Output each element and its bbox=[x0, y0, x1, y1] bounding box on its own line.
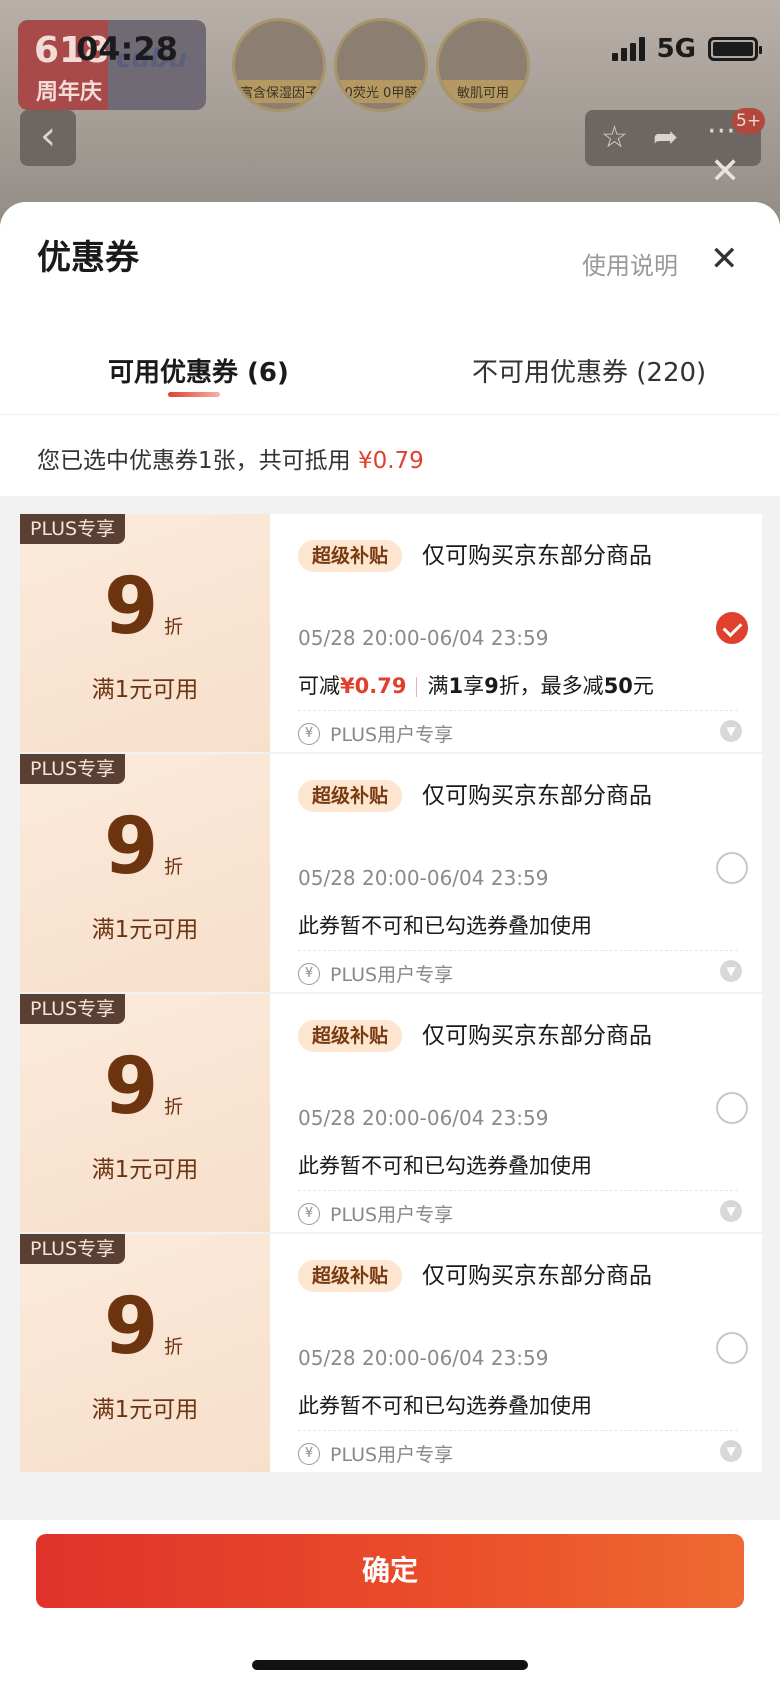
savings-amount: ¥0.79 bbox=[340, 674, 407, 698]
coupon-value-panel: PLUS专享 9 折 满1元可用 bbox=[20, 994, 274, 1232]
discount-unit: 折 bbox=[164, 1096, 184, 1118]
validity-dates: 05/28 20:00-06/04 23:59 bbox=[298, 1346, 549, 1370]
coupon-footer: ¥ PLUS用户专享 bbox=[298, 720, 453, 747]
coupon-card[interactable]: PLUS专享 9 折 满1元可用 超级补贴 仅可购买京东部分商品 05/28 2… bbox=[20, 1234, 762, 1472]
plus-exclusive-tag: PLUS专享 bbox=[20, 994, 126, 1024]
coupon-scope: 仅可购买京东部分商品 bbox=[422, 1023, 652, 1049]
discount-unit: 折 bbox=[164, 856, 184, 878]
sheet-header: 优惠券 使用说明 ✕ 可用优惠券 (6) 不可用优惠券 (220) bbox=[0, 202, 780, 414]
chevron-down-icon[interactable]: ▼ bbox=[720, 1440, 742, 1462]
coupon-value-panel: PLUS专享 9 折 满1元可用 bbox=[20, 754, 274, 992]
validity-dates: 05/28 20:00-06/04 23:59 bbox=[298, 866, 549, 890]
threshold-text: 满1元可用 bbox=[91, 1157, 199, 1183]
close-icon[interactable]: ✕ bbox=[710, 242, 739, 276]
threshold-text: 满1元可用 bbox=[91, 1397, 199, 1423]
coupon-card[interactable]: PLUS专享 9 折 满1元可用 超级补贴 仅可购买京东部分商品 05/28 2… bbox=[20, 994, 762, 1232]
coupon-sheet: 优惠券 使用说明 ✕ 可用优惠券 (6) 不可用优惠券 (220) 您已选中优惠… bbox=[0, 202, 780, 1688]
discount-value: 9 bbox=[104, 1042, 159, 1132]
yen-icon: ¥ bbox=[298, 1442, 320, 1465]
network-type: 5G bbox=[656, 34, 696, 64]
usage-instructions-link[interactable]: 使用说明 bbox=[582, 246, 678, 281]
discount-unit: 折 bbox=[164, 1336, 184, 1358]
bottom-action-bar: 确定 bbox=[0, 1520, 780, 1688]
super-subsidy-chip: 超级补贴 bbox=[298, 1020, 403, 1052]
discount-unit: 折 bbox=[164, 616, 184, 638]
plus-exclusive-tag: PLUS专享 bbox=[20, 754, 126, 784]
stacking-note: 此券暂不可和已勾选券叠加使用 bbox=[298, 1154, 592, 1178]
chevron-down-icon[interactable]: ▼ bbox=[720, 1200, 742, 1222]
savings-line: 可减¥0.79 满1享9折，最多减50元 bbox=[298, 674, 654, 698]
coupon-footer: ¥ PLUS用户专享 bbox=[298, 1200, 453, 1227]
dashed-divider bbox=[298, 950, 738, 951]
threshold-text: 满1元可用 bbox=[91, 917, 199, 943]
coupon-card[interactable]: PLUS专享 9 折 满1元可用 超级补贴 仅可购买京东部分商品 05/28 2… bbox=[20, 514, 762, 752]
coupon-value-panel: PLUS专享 9 折 满1元可用 bbox=[20, 1234, 274, 1472]
coupon-checkbox[interactable] bbox=[716, 852, 748, 884]
plus-exclusive-tag: PLUS专享 bbox=[20, 514, 126, 544]
chevron-down-icon[interactable]: ▼ bbox=[720, 720, 742, 742]
discount-value: 9 bbox=[104, 562, 159, 652]
feature-badge: 富含保湿因子 bbox=[232, 18, 326, 112]
promo-anniversary: 周年庆 bbox=[36, 80, 103, 105]
confirm-button[interactable]: 确定 bbox=[36, 1534, 744, 1608]
sheet-title: 优惠券 bbox=[37, 238, 139, 278]
chevron-down-icon[interactable]: ▼ bbox=[720, 960, 742, 982]
feature-badge: 敏肌可用 bbox=[436, 18, 530, 112]
notification-badge: 5+ bbox=[732, 108, 766, 134]
coupon-card[interactable]: PLUS专享 9 折 满1元可用 超级补贴 仅可购买京东部分商品 05/28 2… bbox=[20, 754, 762, 992]
coupon-scope: 仅可购买京东部分商品 bbox=[422, 1263, 652, 1289]
coupon-footer: ¥ PLUS用户专享 bbox=[298, 1440, 453, 1467]
stacking-note: 此券暂不可和已勾选券叠加使用 bbox=[298, 1394, 592, 1418]
active-tab-indicator bbox=[168, 392, 220, 397]
plus-user-exclusive-text: PLUS用户专享 bbox=[330, 964, 454, 986]
discount-value: 9 bbox=[104, 802, 159, 892]
dashed-divider bbox=[298, 1430, 738, 1431]
threshold-text: 满1元可用 bbox=[91, 677, 199, 703]
signal-icon bbox=[611, 37, 645, 61]
coupon-scope: 仅可购买京东部分商品 bbox=[422, 543, 652, 569]
stacking-note: 此券暂不可和已勾选券叠加使用 bbox=[298, 914, 592, 938]
close-icon[interactable]: ✕ bbox=[710, 154, 740, 190]
selection-summary: 您已选中优惠券1张，共可抵用 ¥0.79 bbox=[0, 414, 780, 496]
status-indicators: 5G bbox=[611, 34, 762, 64]
yen-icon: ¥ bbox=[298, 1202, 320, 1225]
coupon-value-panel: PLUS专享 9 折 满1元可用 bbox=[20, 514, 274, 752]
plus-exclusive-tag: PLUS专享 bbox=[20, 1234, 126, 1264]
dashed-divider bbox=[298, 1190, 738, 1191]
coupon-checkbox[interactable] bbox=[716, 1092, 748, 1124]
tab-available-coupons[interactable]: 可用优惠券 (6) bbox=[108, 352, 289, 389]
coupon-scope: 仅可购买京东部分商品 bbox=[422, 783, 652, 809]
plus-user-exclusive-text: PLUS用户专享 bbox=[330, 1444, 454, 1466]
validity-dates: 05/28 20:00-06/04 23:59 bbox=[298, 626, 549, 650]
tab-unavailable-coupons[interactable]: 不可用优惠券 (220) bbox=[472, 352, 706, 389]
validity-dates: 05/28 20:00-06/04 23:59 bbox=[298, 1106, 549, 1130]
battery-icon bbox=[708, 37, 762, 61]
plus-user-exclusive-text: PLUS用户专享 bbox=[330, 724, 454, 746]
super-subsidy-chip: 超级补贴 bbox=[298, 540, 403, 572]
coupon-footer: ¥ PLUS用户专享 bbox=[298, 960, 453, 987]
share-icon[interactable]: ➦ bbox=[653, 120, 678, 155]
yen-icon: ¥ bbox=[298, 722, 320, 745]
back-button[interactable]: ‹ bbox=[20, 110, 76, 166]
home-indicator bbox=[252, 1660, 528, 1670]
feature-badge: 0荧光 0甲醛 bbox=[334, 18, 428, 112]
super-subsidy-chip: 超级补贴 bbox=[298, 780, 403, 812]
chevron-left-icon: ‹ bbox=[40, 113, 56, 159]
star-icon[interactable]: ☆ bbox=[601, 120, 628, 155]
super-subsidy-chip: 超级补贴 bbox=[298, 1260, 403, 1292]
summary-amount: ¥0.79 bbox=[357, 448, 424, 474]
yen-icon: ¥ bbox=[298, 962, 320, 985]
dashed-divider bbox=[298, 710, 738, 711]
coupon-checkbox-checked[interactable] bbox=[716, 612, 748, 644]
coupon-checkbox[interactable] bbox=[716, 1332, 748, 1364]
discount-value: 9 bbox=[104, 1282, 159, 1372]
status-time: 04:28 bbox=[76, 30, 178, 68]
summary-text: 您已选中优惠券1张，共可抵用 bbox=[37, 448, 351, 474]
plus-user-exclusive-text: PLUS用户专享 bbox=[330, 1204, 454, 1226]
